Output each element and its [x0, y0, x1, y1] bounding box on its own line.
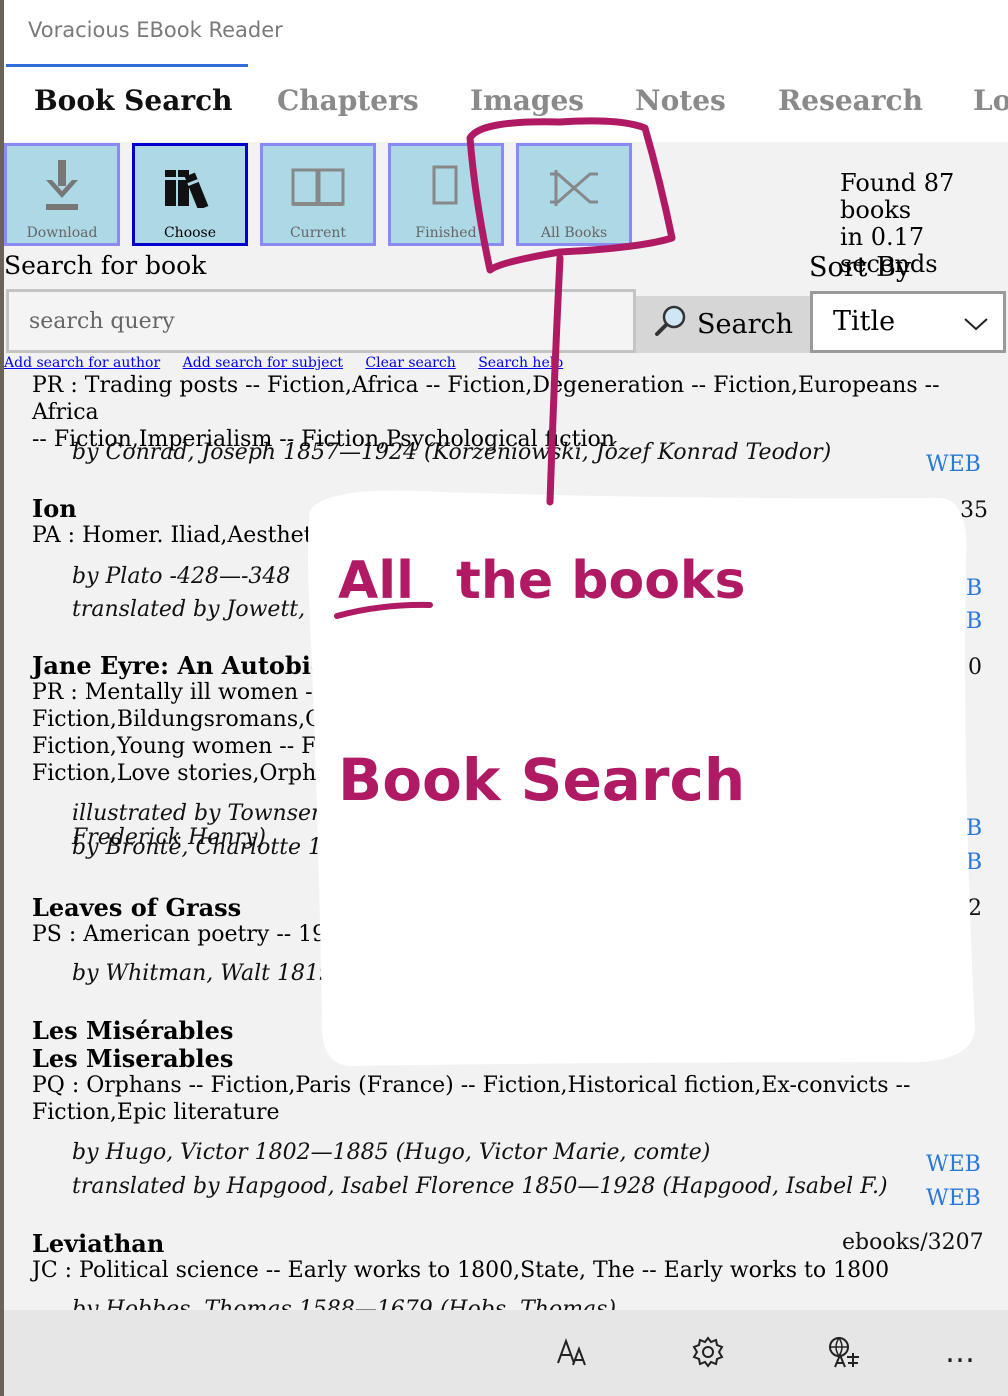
active-tab-indicator: [6, 64, 248, 67]
search-button[interactable]: Search: [636, 296, 810, 353]
search-help-link[interactable]: Search help: [478, 355, 563, 371]
sort-select[interactable]: Title: [810, 291, 1006, 353]
finished-label: Finished: [415, 225, 477, 241]
chevron-down-icon: [963, 316, 989, 336]
search-label: Search for book: [4, 251, 207, 280]
results-list: PR : Trading posts -- Fiction,Africa -- …: [4, 372, 1008, 1310]
book-title: Ion: [32, 494, 77, 523]
web-link[interactable]: WEB: [926, 452, 981, 477]
search-button-label: Search: [697, 309, 793, 340]
web-link[interactable]: B: [966, 609, 982, 634]
author: by Brontë, Charlotte 18: [72, 835, 337, 860]
books-icon: [135, 160, 245, 212]
tab-notes[interactable]: Notes: [635, 84, 726, 117]
author: by Plato -428—-348: [72, 564, 291, 589]
open-book-icon: [263, 160, 373, 212]
author: by Conrad, Joseph 1857—1924 (Korzeniowsk…: [72, 440, 832, 465]
sort-value: Title: [833, 306, 896, 337]
ebook-id: 35: [960, 498, 988, 523]
web-link[interactable]: WEB: [926, 1152, 981, 1177]
ebook-id: 2: [968, 896, 982, 921]
search-links: Add search for author Add search for sub…: [4, 355, 581, 371]
book-title-alt: Les Miserables: [32, 1044, 234, 1073]
tab-bar: Book Search Chapters Images Notes Resear…: [4, 64, 1008, 142]
web-link[interactable]: B: [966, 576, 982, 601]
add-author-link[interactable]: Add search for author: [4, 355, 160, 371]
translator: translated by Jowett,: [72, 597, 306, 622]
tab-more[interactable]: Lo: [973, 84, 1008, 117]
window-title: Voracious EBook Reader: [28, 18, 283, 42]
magnifier-icon: [653, 304, 687, 345]
merge-icon: [519, 160, 629, 212]
illustrator: illustrated by Townsen: [72, 801, 326, 826]
translator: translated by Hapgood, Isabel Florence 1…: [72, 1174, 888, 1199]
subjects: PQ : Orphans -- Fiction,Paris (France) -…: [32, 1073, 911, 1125]
author: by Hugo, Victor 1802—1885 (Hugo, Victor …: [72, 1140, 711, 1165]
choose-button[interactable]: Choose: [132, 143, 248, 246]
title-bar: Voracious EBook Reader: [4, 0, 1008, 64]
finished-button[interactable]: Finished: [388, 143, 504, 246]
more-options-button[interactable]: …: [940, 1332, 980, 1372]
author: by Whitman, Walt 1819: [72, 961, 333, 986]
search-input[interactable]: [6, 289, 636, 353]
book-title: Leviathan: [32, 1229, 165, 1258]
book-title: Les Misérables: [32, 1016, 234, 1045]
clear-search-link[interactable]: Clear search: [365, 355, 455, 371]
ebook-id: ebooks/3207: [842, 1230, 984, 1255]
subjects: PA : Homer. Iliad,Aesthet: [32, 523, 313, 548]
web-link[interactable]: WEB: [926, 1186, 981, 1211]
book-title: Jane Eyre: An Autobio: [32, 651, 327, 680]
sort-label: Sort By: [809, 252, 912, 283]
download-icon: [7, 160, 117, 212]
ebook-id: 0: [968, 655, 982, 680]
app-window: Voracious EBook Reader Book Search Chapt…: [4, 0, 1008, 1396]
all-books-label: All Books: [540, 225, 608, 241]
closed-book-icon: [391, 160, 501, 212]
add-subject-link[interactable]: Add search for subject: [183, 355, 343, 371]
book-title: Leaves of Grass: [32, 893, 242, 922]
tab-chapters[interactable]: Chapters: [277, 84, 419, 117]
subjects: PR : Mentally ill women -- Fiction,Bildu…: [32, 680, 330, 786]
web-link[interactable]: B: [966, 816, 982, 841]
tab-images[interactable]: Images: [470, 84, 584, 117]
settings-gear-icon[interactable]: [688, 1332, 728, 1372]
tab-book-search[interactable]: Book Search: [34, 84, 233, 117]
translate-icon[interactable]: [824, 1332, 864, 1372]
download-label: Download: [26, 225, 98, 241]
bottom-app-bar: …: [4, 1310, 1008, 1396]
all-books-button[interactable]: All Books: [516, 143, 632, 246]
download-button[interactable]: Download: [4, 143, 120, 246]
tab-research[interactable]: Research: [778, 84, 923, 117]
font-size-icon[interactable]: [552, 1332, 592, 1372]
author: by Hobbes, Thomas 1588—1679 (Hobs, Thoma…: [72, 1297, 617, 1310]
web-link[interactable]: B: [966, 850, 982, 875]
subjects: PS : American poetry -- 19t: [32, 922, 336, 947]
current-button[interactable]: Current: [260, 143, 376, 246]
subjects: JC : Political science -- Early works to…: [32, 1258, 890, 1283]
current-label: Current: [289, 225, 347, 241]
choose-label: Choose: [163, 225, 217, 241]
